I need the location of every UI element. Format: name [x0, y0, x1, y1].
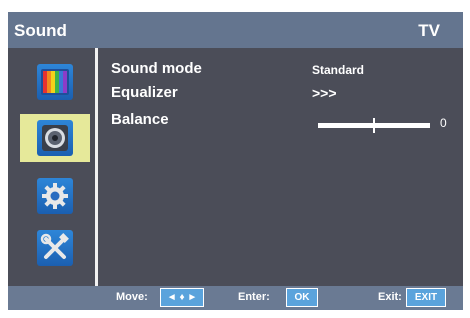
- menu-header: Sound TV: [8, 12, 463, 48]
- equalizer-label: Equalizer: [111, 84, 178, 101]
- exit-button[interactable]: EXIT: [406, 288, 446, 307]
- tools-icon: [37, 230, 73, 266]
- move-label: Move:: [116, 291, 148, 303]
- exit-label: Exit:: [378, 291, 402, 303]
- enter-label: Enter:: [238, 291, 270, 303]
- menu-title: Sound: [14, 21, 67, 40]
- menu-row-balance[interactable]: Balance 0: [111, 111, 451, 133]
- sidebar-item-sound[interactable]: [20, 114, 90, 162]
- input-source-label: TV: [418, 21, 440, 40]
- balance-slider[interactable]: [318, 118, 430, 133]
- menu-footer: Move: ◄ ♦ ► Enter: OK Exit: EXIT: [8, 286, 463, 310]
- menu-row-equalizer[interactable]: Equalizer >>>: [111, 84, 451, 106]
- speaker-icon: [37, 120, 73, 156]
- equalizer-value: >>>: [312, 85, 337, 101]
- balance-value: 0: [440, 116, 447, 130]
- category-sidebar: [8, 48, 95, 286]
- balance-slider-knob[interactable]: [373, 118, 375, 133]
- move-button[interactable]: ◄ ♦ ►: [160, 288, 204, 307]
- sound-mode-value: Standard: [312, 63, 365, 77]
- sidebar-item-setup[interactable]: [20, 172, 90, 220]
- menu-row-sound-mode[interactable]: Sound mode Standard: [111, 60, 451, 82]
- balance-label: Balance: [111, 111, 169, 128]
- sound-settings-panel: Sound mode Standard Equalizer >>> Balanc…: [98, 48, 463, 286]
- tv-osd-menu: Sound TV Sound mode Standard Equalizer >…: [8, 12, 463, 310]
- sidebar-item-picture[interactable]: [20, 58, 90, 106]
- ok-button[interactable]: OK: [286, 288, 318, 307]
- gear-icon: [37, 178, 73, 214]
- picture-icon: [37, 64, 73, 100]
- sidebar-item-tools[interactable]: [20, 224, 90, 272]
- sound-mode-label: Sound mode: [111, 60, 202, 77]
